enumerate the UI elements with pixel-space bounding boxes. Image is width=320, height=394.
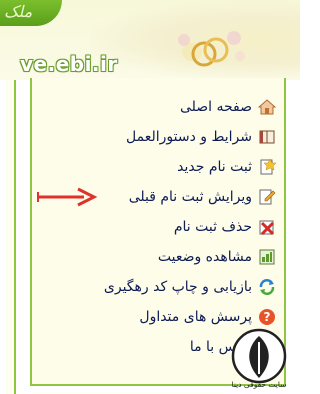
book-icon — [259, 130, 275, 143]
menu-item-home[interactable]: صفحه اصلی — [32, 94, 284, 119]
menu-item-label: پرسش های متداول — [139, 308, 252, 325]
menu-item-retrieve-tracking-code[interactable]: بازيابی و چاپ کد رهگيری — [32, 274, 284, 299]
red-arrow-annotation — [37, 187, 98, 207]
watermark-text: سایت حقوقی دینا — [231, 380, 287, 389]
status-view-icon — [259, 249, 275, 264]
header-tab-text: ملک — [4, 2, 33, 21]
menu-item-label: ثبت نام جديد — [177, 158, 252, 175]
menu-item-new-registration[interactable]: ثبت نام جديد — [32, 154, 284, 179]
menu-item-label: شرايط و دستورالعمل — [126, 128, 252, 145]
refresh-icon — [259, 278, 275, 295]
menu-item-delete-registration[interactable]: حذف ثبت نام — [32, 214, 284, 239]
header-corner-tab: ملک — [0, 0, 62, 26]
menu-item-label: صفحه اصلی — [179, 98, 252, 115]
menu-item-label: حذف ثبت نام — [173, 218, 252, 235]
svg-text:?: ? — [264, 310, 271, 324]
menu-item-label: بازيابی و چاپ کد رهگيری — [103, 278, 252, 295]
delete-x-icon — [259, 220, 275, 235]
menu-item-view-status[interactable]: مشاهده وضعيت — [32, 244, 284, 269]
site-title: ve.ebi.ir — [20, 52, 118, 76]
wedding-rings-icon — [178, 31, 245, 67]
help-icon: ? — [259, 308, 275, 325]
dina-logo-watermark — [231, 328, 287, 384]
menu-item-label: ويرايش ثبت نام قبلی — [128, 188, 252, 205]
edit-pencil-icon — [259, 189, 276, 204]
new-form-icon — [260, 157, 276, 174]
home-icon — [258, 98, 276, 114]
menu-item-rules[interactable]: شرايط و دستورالعمل — [32, 124, 284, 149]
menu-item-faq[interactable]: ? پرسش های متداول — [32, 304, 284, 329]
menu-item-label: مشاهده وضعيت — [157, 248, 252, 265]
site-header: ملک ve.ebi.ir — [0, 0, 300, 80]
main-menu: صفحه اصلی شرايط و دستورالعمل ثبت نام جدي… — [32, 94, 284, 364]
